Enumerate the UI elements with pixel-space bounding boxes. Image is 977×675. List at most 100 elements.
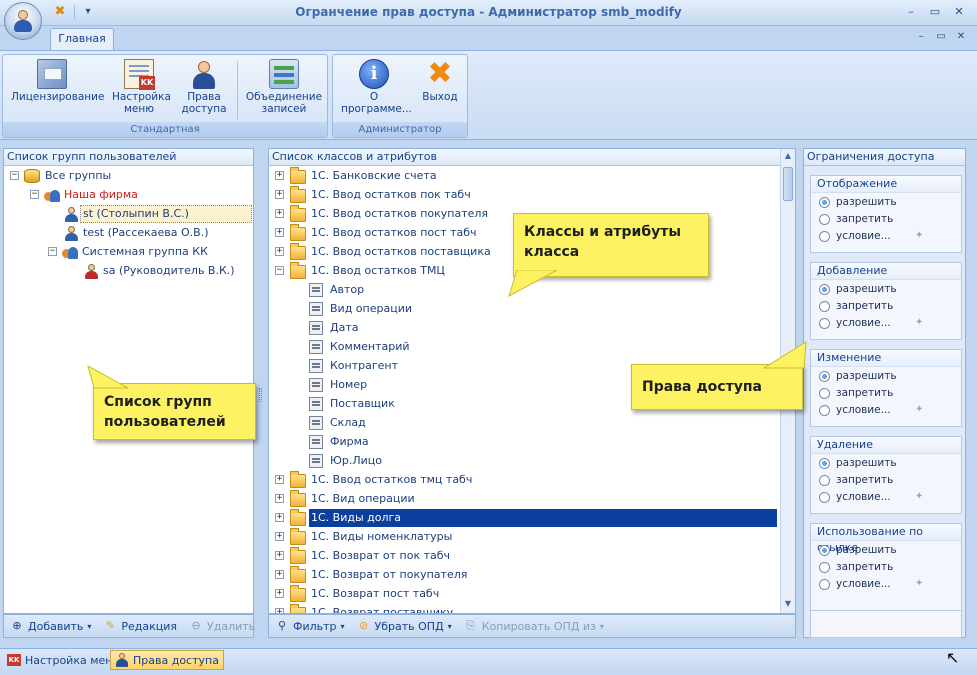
radio-icon[interactable] [819, 544, 830, 556]
condition-radio[interactable]: условие... [819, 489, 891, 505]
radio-icon[interactable] [819, 317, 830, 329]
expand-icon[interactable]: + [275, 589, 284, 598]
class-item[interactable]: +1С. Возврат от покупателя [269, 566, 779, 584]
deny-radio[interactable]: запретить [819, 211, 893, 227]
copy-opd-button[interactable]: ⎘ Копировать ОПД из ▾ [464, 619, 604, 633]
expand-icon[interactable]: + [275, 228, 284, 237]
collapse-icon[interactable]: − [275, 266, 284, 275]
scroll-thumb[interactable] [783, 167, 793, 201]
item-label: 1С. Возврат от покупателя [311, 568, 468, 581]
close-button[interactable]: ✕ [947, 4, 971, 20]
menu-settings-button[interactable]: Настройка меню [107, 59, 171, 115]
permission-group: Добавление разрешить запретить условие... ✦ [810, 262, 962, 340]
expand-icon[interactable]: + [275, 513, 284, 522]
tree-item-user-st[interactable]: st (Столыпин В.С.) [64, 205, 252, 223]
collapse-icon[interactable]: − [30, 190, 39, 199]
condition-edit-icon[interactable]: ✦ [915, 317, 925, 329]
allow-radio[interactable]: разрешить [819, 281, 897, 297]
condition-edit-icon[interactable]: ✦ [915, 491, 925, 503]
condition-edit-icon[interactable]: ✦ [915, 230, 925, 242]
class-item[interactable]: +1С. Возврат поставщику [269, 604, 779, 613]
exit-button[interactable]: ✖ Выход [415, 59, 465, 104]
condition-edit-icon[interactable]: ✦ [915, 404, 925, 416]
mdi-close-button[interactable]: ✕ [951, 30, 971, 44]
radio-icon[interactable] [819, 230, 830, 242]
class-item[interactable]: +1С. Возврат пост табч [269, 585, 779, 603]
attribute-item[interactable]: Комментарий [269, 338, 779, 356]
doc-tab-menu-settings[interactable]: KK Настройка меню [2, 650, 127, 670]
scroll-down-icon[interactable]: ▼ [781, 597, 795, 611]
expand-icon[interactable]: + [275, 475, 284, 484]
remove-opd-button[interactable]: ⊘ Убрать ОПД ▾ [357, 619, 452, 633]
expand-icon[interactable]: + [275, 171, 284, 180]
attribute-item[interactable]: Юр.Лицо [269, 452, 779, 470]
condition-radio[interactable]: условие... [819, 228, 891, 244]
class-item[interactable]: +1С. Вид операции [269, 490, 779, 508]
licensing-button[interactable]: Лицензирование [11, 59, 104, 103]
class-item[interactable]: +1С. Ввод остатков пок табч [269, 186, 779, 204]
collapse-icon[interactable]: − [10, 171, 19, 180]
expand-icon[interactable]: + [275, 190, 284, 199]
tab-main[interactable]: Главная [50, 28, 114, 50]
attribute-item[interactable]: Фирма [269, 433, 779, 451]
expand-icon[interactable]: + [275, 532, 284, 541]
expand-icon[interactable]: + [275, 570, 284, 579]
radio-icon[interactable] [819, 404, 830, 416]
mdi-maximize-button[interactable]: ▭ [931, 30, 951, 44]
collapse-icon[interactable]: − [48, 247, 57, 256]
filter-button[interactable]: ⚲ Фильтр ▾ [275, 619, 345, 633]
folder-icon [290, 509, 306, 526]
condition-radio[interactable]: условие... [819, 315, 891, 331]
class-item[interactable]: +1С. Виды номенклатуры [269, 528, 779, 546]
scroll-up-icon[interactable]: ▲ [781, 149, 795, 163]
radio-icon[interactable] [819, 196, 830, 208]
attribute-item[interactable]: Склад [269, 414, 779, 432]
access-rights-icon [115, 653, 129, 667]
splitter-left[interactable] [256, 148, 265, 638]
radio-icon[interactable] [819, 300, 830, 312]
radio-icon[interactable] [819, 387, 830, 399]
attribute-item[interactable]: Вид операции [269, 300, 779, 318]
attribute-item[interactable]: Дата [269, 319, 779, 337]
expand-icon[interactable]: + [275, 608, 284, 613]
expand-icon[interactable]: + [275, 551, 284, 560]
maximize-button[interactable]: ▭ [923, 4, 947, 20]
minimize-button[interactable]: – [899, 4, 923, 20]
condition-radio[interactable]: условие... [819, 576, 891, 592]
radio-icon[interactable] [819, 457, 830, 469]
class-item[interactable]: +1С. Банковские счета [269, 167, 779, 185]
radio-icon[interactable] [819, 474, 830, 486]
deny-radio[interactable]: запретить [819, 559, 893, 575]
allow-radio[interactable]: разрешить [819, 455, 897, 471]
doc-tab-access-rights[interactable]: Права доступа [110, 650, 224, 670]
edit-button[interactable]: ✎ Редакция [103, 619, 177, 633]
class-item[interactable]: +1С. Ввод остатков тмц табч [269, 471, 779, 489]
merge-records-button[interactable]: Объединение записей [243, 59, 325, 115]
deny-radio[interactable]: запретить [819, 298, 893, 314]
allow-radio[interactable]: разрешить [819, 542, 897, 558]
mdi-minimize-button[interactable]: – [911, 30, 931, 44]
add-button[interactable]: ⊕ Добавить ▾ [10, 619, 91, 633]
delete-button[interactable]: ⊖ Удалить [189, 619, 255, 633]
radio-icon[interactable] [819, 213, 830, 225]
condition-edit-icon[interactable]: ✦ [915, 578, 925, 590]
allow-radio[interactable]: разрешить [819, 368, 897, 384]
expand-icon[interactable]: + [275, 494, 284, 503]
expand-icon[interactable]: + [275, 209, 284, 218]
radio-icon[interactable] [819, 491, 830, 503]
radio-icon[interactable] [819, 283, 830, 295]
deny-radio[interactable]: запретить [819, 385, 893, 401]
class-item[interactable]: +1С. Возврат от пок табч [269, 547, 779, 565]
class-item[interactable]: +1С. Виды долга [269, 509, 779, 527]
radio-icon[interactable] [819, 578, 830, 590]
radio-icon[interactable] [819, 370, 830, 382]
access-rights-button[interactable]: Права доступа [175, 59, 233, 115]
folder-icon [290, 490, 306, 507]
app-menu-button[interactable] [4, 2, 42, 40]
deny-radio[interactable]: запретить [819, 472, 893, 488]
expand-icon[interactable]: + [275, 247, 284, 256]
condition-radio[interactable]: условие... [819, 402, 891, 418]
about-button[interactable]: i О программе... [339, 59, 412, 115]
allow-radio[interactable]: разрешить [819, 194, 897, 210]
radio-icon[interactable] [819, 561, 830, 573]
